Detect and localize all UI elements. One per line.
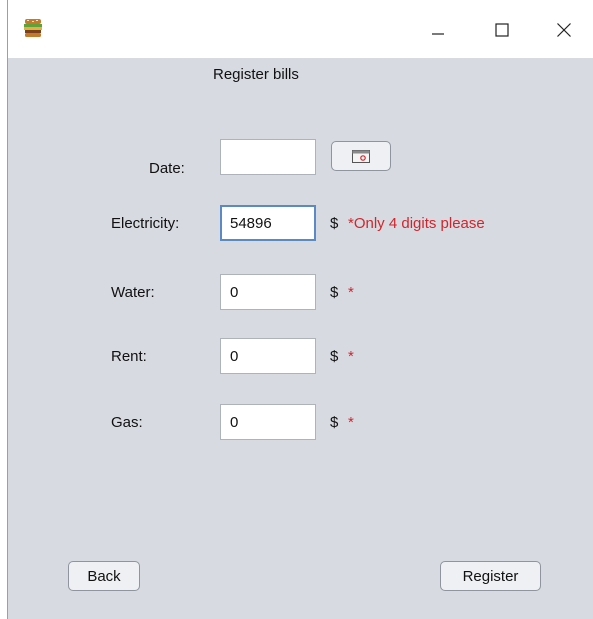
- close-icon: [557, 23, 571, 37]
- rent-required-mark: *: [348, 348, 354, 365]
- electricity-label: Electricity:: [111, 215, 180, 232]
- rent-label: Rent:: [111, 348, 147, 365]
- app-window: Register bills Date: Electricity: $ *Onl…: [7, 0, 593, 619]
- register-button[interactable]: Register: [440, 561, 541, 591]
- water-label: Water:: [111, 284, 155, 301]
- gas-currency: $: [330, 414, 339, 431]
- rent-field[interactable]: [220, 338, 316, 374]
- burger-icon: [24, 19, 42, 37]
- calendar-icon: [352, 149, 370, 163]
- minimize-icon: [432, 33, 444, 35]
- date-label: Date:: [149, 160, 185, 177]
- maximize-button[interactable]: [482, 12, 522, 48]
- electricity-currency: $: [330, 215, 339, 232]
- electricity-error-note: *Only 4 digits please: [348, 215, 485, 232]
- close-button[interactable]: [544, 12, 584, 48]
- minimize-button[interactable]: [418, 12, 458, 48]
- back-button[interactable]: Back: [68, 561, 140, 591]
- electricity-field[interactable]: [220, 205, 316, 241]
- rent-currency: $: [330, 348, 339, 365]
- date-picker-button[interactable]: [331, 141, 391, 171]
- water-field[interactable]: [220, 274, 316, 310]
- water-required-mark: *: [348, 284, 354, 301]
- gas-required-mark: *: [348, 414, 354, 431]
- water-currency: $: [330, 284, 339, 301]
- date-field[interactable]: [220, 139, 316, 175]
- maximize-icon: [495, 23, 509, 37]
- title-bar[interactable]: [8, 0, 593, 58]
- gas-field[interactable]: [220, 404, 316, 440]
- form-title: Register bills: [213, 66, 299, 83]
- gas-label: Gas:: [111, 414, 143, 431]
